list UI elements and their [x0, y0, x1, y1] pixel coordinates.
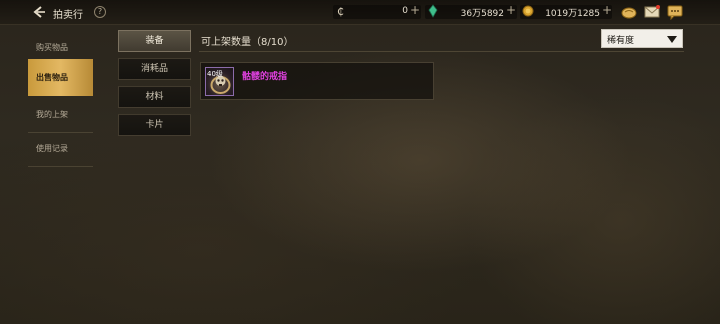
- page-title: 拍卖行: [53, 10, 83, 21]
- item-level-badge: 40级: [207, 70, 223, 78]
- nav-item-label: 出售物品: [36, 73, 68, 82]
- category-materials-button[interactable]: 材料: [118, 86, 191, 108]
- currency-gold-value: 1019万1285: [545, 9, 600, 19]
- nav-item-usage-history[interactable]: 使用记录: [28, 130, 93, 167]
- ring-item-icon: 40级: [205, 67, 234, 96]
- add-gem-button[interactable]: +: [506, 3, 516, 17]
- listing-count-label: 可上架数量（8/10）: [201, 37, 294, 48]
- gem-icon: [428, 4, 438, 18]
- add-gold-button[interactable]: +: [602, 3, 612, 17]
- nav-item-label: 使用记录: [36, 144, 68, 153]
- gold-coin-icon: [522, 5, 534, 17]
- category-cards-button[interactable]: 卡片: [118, 114, 191, 136]
- item-name: 骷髅的戒指: [242, 72, 288, 82]
- currency-gem-value: 36万5892: [460, 9, 504, 19]
- currency-c-coin-value: 0: [402, 6, 408, 16]
- category-consumables-button[interactable]: 消耗品: [118, 58, 191, 80]
- svg-text:₵: ₵: [337, 5, 344, 18]
- sort-selected-value: 稀有度: [607, 36, 635, 46]
- help-icon[interactable]: ?: [94, 6, 106, 18]
- back-arrow-icon[interactable]: [32, 5, 46, 19]
- add-c-coin-button[interactable]: +: [410, 3, 420, 17]
- nav-item-my-listings[interactable]: 我的上架: [28, 96, 93, 133]
- sort-rarity-dropdown[interactable]: 稀有度: [601, 29, 683, 48]
- top-bar: 拍卖行 ? ₵ 0 + 36万5892 + 1019万1285 +: [0, 0, 720, 25]
- category-equipment-button[interactable]: 装备: [118, 30, 191, 52]
- nav-item-sell[interactable]: 出售物品: [28, 59, 93, 96]
- mail-icon[interactable]: [644, 4, 660, 20]
- bread-icon[interactable]: [621, 4, 637, 20]
- c-coin-icon: ₵: [337, 5, 344, 18]
- inventory-item-card[interactable]: 40级 骷髅的戒指: [200, 62, 434, 100]
- dropdown-arrow-icon: [667, 36, 677, 43]
- nav-item-label: 我的上架: [36, 110, 68, 119]
- header-divider: [199, 51, 684, 52]
- chat-icon[interactable]: [667, 4, 683, 20]
- nav-item-label: 购买物品: [36, 43, 68, 52]
